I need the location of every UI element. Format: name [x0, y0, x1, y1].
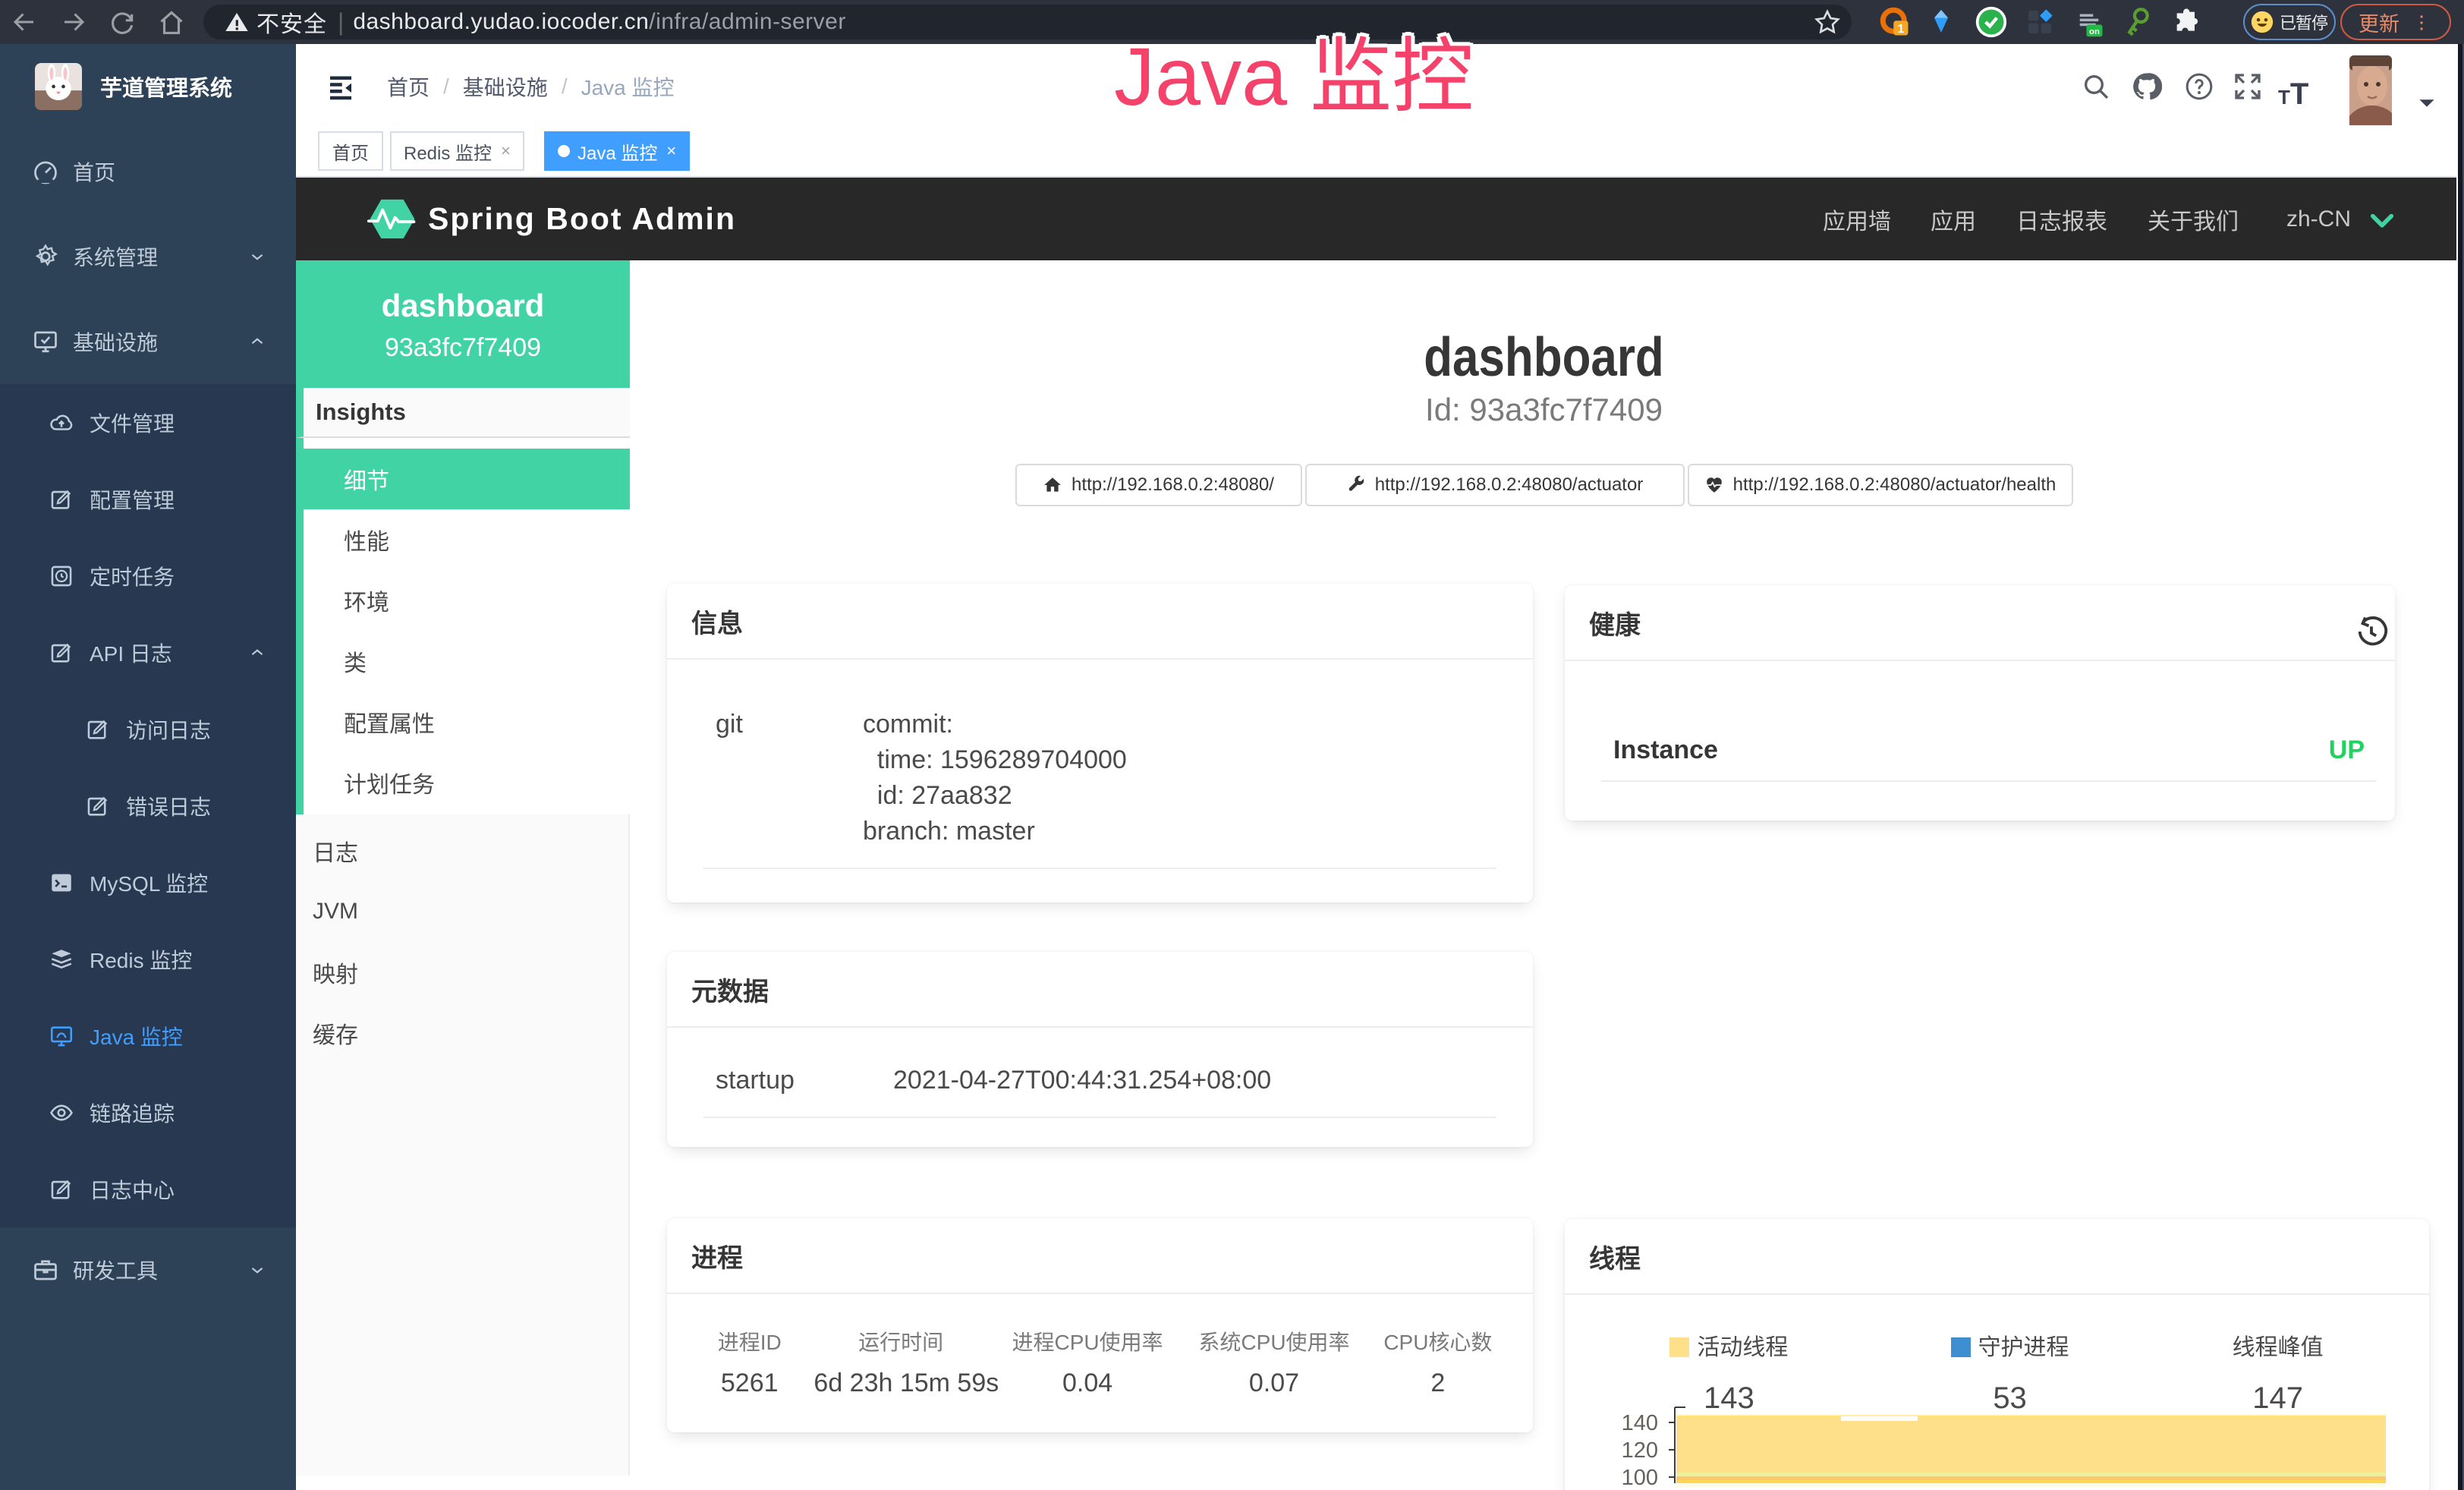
- svg-text:on: on: [2089, 27, 2100, 36]
- svg-text:140: 140: [1622, 1411, 1658, 1435]
- svg-text:1: 1: [1897, 23, 1904, 36]
- svg-text:120: 120: [1622, 1438, 1658, 1463]
- svg-text:100: 100: [1622, 1466, 1658, 1490]
